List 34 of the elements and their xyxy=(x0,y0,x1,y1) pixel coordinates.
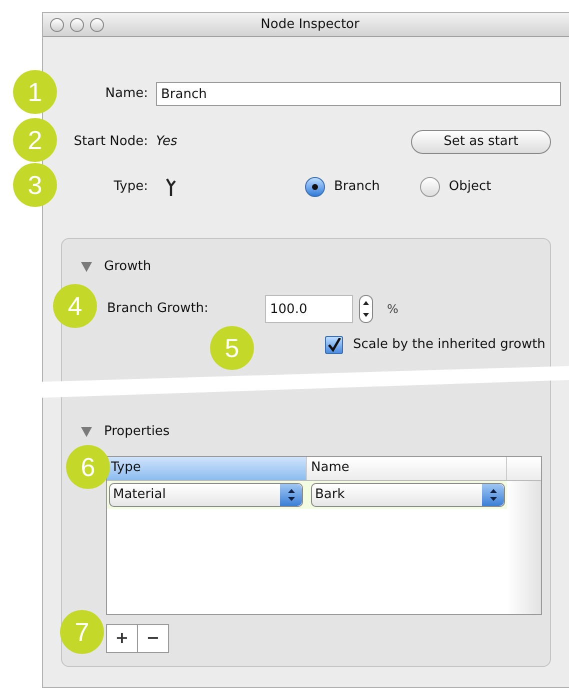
disclosure-triangle-icon[interactable] xyxy=(81,426,92,436)
start-node-value: Yes xyxy=(156,133,178,152)
field-label: Start Node: xyxy=(72,133,148,152)
stepper-icon[interactable] xyxy=(359,295,373,323)
add-button[interactable]: + xyxy=(106,624,138,652)
popup-menu[interactable]: Bark xyxy=(311,482,505,506)
popup-menu[interactable]: Material xyxy=(109,482,303,506)
window-title: Node Inspector xyxy=(260,16,360,34)
stepper-arrows-icon xyxy=(288,488,294,500)
window-control-button[interactable] xyxy=(70,18,84,32)
column-header[interactable]: Name xyxy=(307,456,507,480)
callout-badge: 2 xyxy=(13,118,57,162)
callout-badge: 1 xyxy=(13,70,57,114)
branch-fork-icon xyxy=(165,178,177,196)
disclosure-triangle-icon[interactable] xyxy=(81,262,92,272)
window-control-button[interactable] xyxy=(90,18,104,32)
callout-badge: 3 xyxy=(13,163,57,207)
radio-option[interactable]: Object xyxy=(420,177,492,197)
remove-button[interactable]: − xyxy=(137,624,169,652)
column-header[interactable]: Type xyxy=(107,456,307,480)
checkmark-icon xyxy=(327,338,341,352)
section-title: Properties xyxy=(104,422,170,441)
field-label: Name: xyxy=(104,85,148,104)
radio-option[interactable]: Branch xyxy=(305,177,380,197)
field-label: Branch Growth: xyxy=(107,300,210,318)
set-as-start-button[interactable]: Set as start xyxy=(411,130,551,154)
name-field[interactable]: Branch xyxy=(156,82,561,106)
field-label: Type: xyxy=(112,178,148,196)
unit-label: % xyxy=(387,301,398,318)
section-title: Growth xyxy=(104,258,152,276)
window-control-button[interactable] xyxy=(50,18,64,32)
branch-growth-field[interactable]: 100.0 xyxy=(265,295,353,323)
stepper-arrows-icon xyxy=(490,488,496,500)
scale-checkbox[interactable]: Scale by the inherited growth xyxy=(325,335,550,354)
